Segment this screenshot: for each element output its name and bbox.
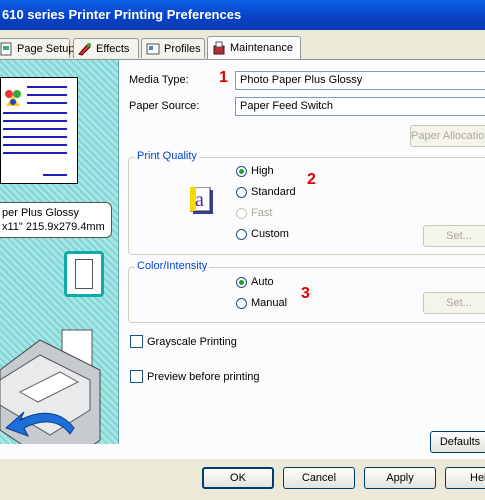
photo-icon — [3, 88, 23, 108]
color-manual-radio[interactable]: Manual — [236, 297, 287, 309]
radio-label: Manual — [251, 297, 288, 309]
grayscale-checkbox[interactable]: Grayscale Printing — [130, 335, 237, 348]
media-info-line1: per Plus Glossy — [2, 207, 80, 219]
quality-fast-radio[interactable]: Fast — [236, 207, 272, 219]
radio-label: Auto — [251, 276, 274, 288]
svg-text:a: a — [195, 189, 204, 211]
media-info-box: per Plus Glossy x11" 215.9x279.4mm — [0, 202, 112, 238]
title-bar[interactable]: 610 series Printer Printing Preferences — [0, 0, 485, 30]
quality-custom-radio[interactable]: Custom — [236, 228, 289, 240]
quality-high-radio[interactable]: High — [236, 165, 274, 177]
profiles-icon — [146, 42, 160, 56]
help-button[interactable]: Help — [445, 467, 485, 489]
tab-label: Profiles — [164, 42, 201, 55]
radio-label: Fast — [251, 207, 273, 219]
tab-strip: Page Setup Effects Profiles Maintenance — [0, 36, 485, 60]
tab-profiles[interactable]: Profiles — [141, 38, 205, 58]
checkbox-label: Grayscale Printing — [147, 335, 237, 348]
color-set-button[interactable]: Set... — [423, 292, 485, 314]
printer-illustration — [0, 329, 101, 444]
paper-preview — [0, 77, 78, 184]
paper-allocation-button[interactable]: Paper Allocation... — [410, 125, 485, 147]
media-type-select[interactable]: Photo Paper Plus Glossy — [235, 71, 485, 90]
tab-effects[interactable]: Effects — [73, 38, 139, 58]
marker-3: 3 — [301, 285, 310, 302]
radio-label: Standard — [251, 186, 296, 198]
color-intensity-caption: Color/Intensity — [135, 260, 210, 272]
orientation-indicator — [64, 251, 104, 297]
checkbox-label: Preview before printing — [147, 370, 260, 383]
media-info-line2: x11" 215.9x279.4mm — [2, 221, 105, 233]
cancel-button[interactable]: Cancel — [283, 467, 355, 489]
marker-1: 1 — [219, 69, 228, 86]
tab-label: Page Setup — [17, 42, 75, 55]
defaults-button[interactable]: Defaults — [430, 431, 485, 453]
quality-set-button[interactable]: Set... — [423, 225, 485, 247]
paper-source-select[interactable]: Paper Feed Switch — [235, 97, 485, 116]
tab-label: Maintenance — [230, 42, 293, 54]
print-quality-caption: Print Quality — [135, 150, 199, 162]
window-title: 610 series Printer Printing Preferences — [2, 7, 242, 22]
apply-button[interactable]: Apply — [364, 467, 436, 489]
preview-checkbox[interactable]: Preview before printing — [130, 370, 260, 383]
marker-2: 2 — [307, 171, 316, 188]
radio-label: Custom — [251, 228, 289, 240]
media-type-label: Media Type: — [129, 74, 189, 86]
page-setup-icon — [0, 42, 13, 56]
preview-panel: per Plus Glossy x11" 215.9x279.4mm — [0, 60, 119, 444]
effects-icon — [78, 42, 92, 56]
radio-label: High — [251, 165, 274, 177]
ok-button[interactable]: OK — [202, 467, 274, 489]
tab-page-setup[interactable]: Page Setup — [0, 38, 75, 58]
quality-standard-radio[interactable]: Standard — [236, 186, 296, 198]
quality-a-icon: a — [190, 187, 213, 214]
maintenance-icon — [212, 41, 226, 55]
tab-label: Effects — [96, 42, 130, 55]
paper-source-label: Paper Source: — [129, 100, 200, 112]
color-auto-radio[interactable]: Auto — [236, 276, 274, 288]
tab-maintenance[interactable]: Maintenance — [207, 36, 301, 59]
